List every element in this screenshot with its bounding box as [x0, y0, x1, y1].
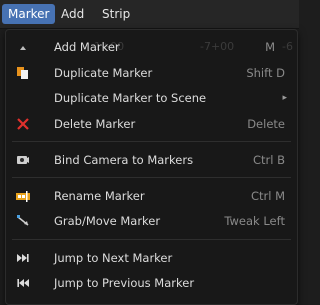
jump-next-icon [16, 251, 30, 265]
menu-item-label: Jump to Previous Marker [54, 276, 195, 290]
background-frame-number: -6 [282, 40, 293, 53]
shortcut-label: M [265, 40, 275, 54]
menu-item-jump-next-marker[interactable]: Jump to Next Marker [6, 248, 297, 268]
menu-item-bind-camera-to-markers[interactable]: Bind Camera to Markers Ctrl B [6, 150, 297, 170]
duplicate-icon [16, 66, 30, 80]
shortcut-label: Tweak Left [224, 214, 285, 228]
submenu-arrow-icon: ▸ [282, 93, 287, 103]
menu-item-label: Duplicate Marker [54, 66, 153, 80]
jump-previous-icon [16, 276, 30, 290]
shortcut-label: Shift D [246, 66, 285, 80]
menu-bar: Marker Add Strip [0, 0, 299, 29]
menu-item-duplicate-marker[interactable]: Duplicate Marker Shift D [6, 63, 297, 83]
menu-separator [12, 141, 291, 142]
marker-triangle-icon [16, 40, 30, 54]
menu-separator [12, 239, 291, 240]
delete-x-icon [16, 117, 30, 131]
menu-separator [12, 177, 291, 178]
menu-item-label: Jump to Next Marker [54, 251, 173, 265]
menu-item-duplicate-marker-to-scene[interactable]: Duplicate Marker to Scene ▸ [6, 88, 297, 108]
menu-item-label: Duplicate Marker to Scene [54, 91, 207, 105]
menu-item-label: Rename Marker [54, 189, 145, 203]
menu-item-add-marker[interactable]: -1+00 -7+00 -6 Add Marker M [6, 37, 297, 57]
rename-text-icon [16, 189, 30, 203]
menu-item-delete-marker[interactable]: Delete Marker Delete [6, 114, 297, 134]
menu-marker[interactable]: Marker [2, 4, 56, 24]
menu-item-label: Delete Marker [54, 117, 136, 131]
menu-item-grab-move-marker[interactable]: Grab/Move Marker Tweak Left [6, 211, 297, 231]
camera-icon [16, 153, 30, 167]
shortcut-label: Ctrl B [252, 153, 285, 167]
menu-item-label: Grab/Move Marker [54, 214, 161, 228]
shortcut-label: Delete [247, 117, 285, 131]
menu-item-jump-previous-marker[interactable]: Jump to Previous Marker [6, 273, 297, 293]
menu-item-label: Bind Camera to Markers [54, 153, 194, 167]
menu-item-rename-marker[interactable]: Rename Marker Ctrl M [6, 186, 297, 206]
menu-strip[interactable]: Strip [96, 4, 136, 24]
shortcut-label: Ctrl M [250, 189, 285, 203]
menu-item-label: Add Marker [54, 40, 120, 54]
menu-add[interactable]: Add [55, 4, 90, 24]
marker-dropdown-menu: -1+00 -7+00 -6 Add Marker M Duplicate Ma… [5, 29, 298, 305]
grab-arrow-icon [16, 214, 30, 228]
background-frame-number: -7+00 [200, 40, 235, 53]
